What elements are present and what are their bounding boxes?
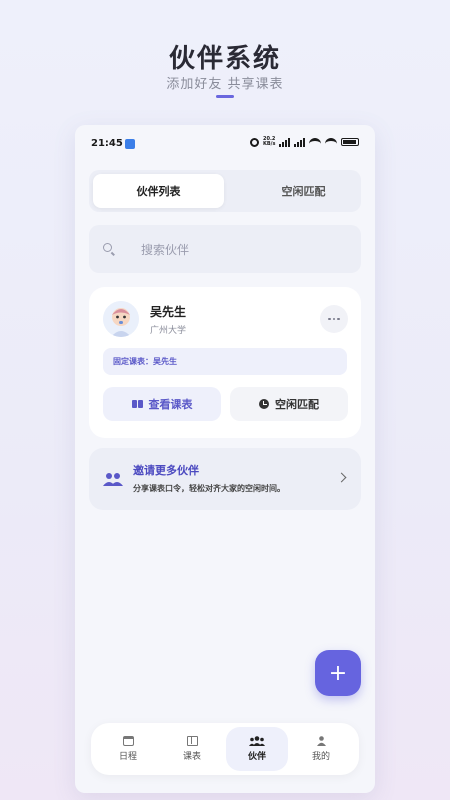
- tab-label: 课表: [182, 752, 201, 762]
- hero-accent-bar: [216, 95, 234, 98]
- profile-icon: [316, 736, 327, 746]
- partner-school: 广州大学: [150, 326, 187, 336]
- tab-partner-list[interactable]: 伙伴列表: [93, 174, 224, 208]
- invite-banner[interactable]: 邀请更多伙伴 分享课表口令，轻松对齐大家的空闲时间。: [89, 448, 361, 510]
- net-speed-unit: KB/s: [263, 141, 276, 147]
- view-schedule-button[interactable]: 查看课表: [103, 387, 221, 421]
- tab-partner[interactable]: 伙伴: [226, 727, 288, 771]
- calendar-icon: [122, 736, 134, 746]
- partner-icon: [249, 736, 265, 746]
- signal-5g-icon: [279, 137, 290, 147]
- free-match-button[interactable]: 空闲匹配: [230, 387, 348, 421]
- bottom-tab-bar: 日程 课表 伙伴 我的: [91, 723, 359, 775]
- nfc-icon: [125, 139, 135, 149]
- book-icon: [131, 400, 143, 408]
- partner-name: 吴先生: [150, 305, 187, 319]
- tab-label: 伙伴: [247, 752, 266, 762]
- status-icons: 20.2 KB/s: [250, 137, 359, 147]
- chevron-right-icon: [336, 472, 347, 483]
- free-match-label: 空闲匹配: [275, 398, 319, 411]
- clock-icon: [259, 399, 269, 409]
- segment-control: 伙伴列表 空闲匹配: [89, 170, 361, 212]
- search-icon: [103, 243, 112, 252]
- tab-profile[interactable]: 我的: [290, 727, 352, 771]
- status-bar: 21:45 20.2 KB/s: [91, 137, 359, 153]
- search-input[interactable]: 搜索伙伴: [89, 225, 361, 273]
- schedule-icon: [186, 736, 198, 746]
- fixed-schedule-label: 固定课表：: [113, 357, 153, 366]
- net-speed: 20.2 KB/s: [263, 137, 276, 147]
- signal-4g-icon: [294, 137, 305, 147]
- more-dots-icon[interactable]: [320, 305, 348, 333]
- tab-free-match[interactable]: 空闲匹配: [238, 174, 369, 208]
- tab-label: 日程: [118, 752, 137, 762]
- alarm-icon: [250, 137, 259, 147]
- tab-timetable[interactable]: 课表: [161, 727, 223, 771]
- status-time: 21:45: [91, 138, 123, 149]
- add-partner-button[interactable]: +: [315, 650, 361, 696]
- search-placeholder: 搜索伙伴: [141, 243, 190, 257]
- wifi-icon: [309, 138, 321, 146]
- fixed-schedule-value: 吴先生: [153, 357, 177, 366]
- fixed-schedule-tag: 固定课表： 吴先生: [103, 348, 347, 375]
- hero-title: 伙伴系统: [168, 44, 281, 74]
- avatar[interactable]: [103, 301, 139, 337]
- view-schedule-label: 查看课表: [148, 398, 193, 411]
- hero-subtitle: 添加好友 共享课表: [166, 77, 284, 92]
- battery-icon: [341, 138, 359, 146]
- invite-title: 邀请更多伙伴: [133, 464, 199, 477]
- people-icon: [103, 471, 123, 486]
- tab-label: 我的: [311, 752, 330, 762]
- tab-schedule-day[interactable]: 日程: [97, 727, 159, 771]
- invite-description: 分享课表口令，轻松对齐大家的空闲时间。: [133, 484, 285, 493]
- phone-screen: 21:45 20.2 KB/s 伙伴列表 空闲匹配 搜索伙伴 吴先生 广州大学 …: [75, 125, 375, 793]
- partner-card: 吴先生 广州大学 固定课表： 吴先生 查看课表 空闲匹配: [89, 287, 361, 438]
- wifi-icon-2: [325, 138, 337, 146]
